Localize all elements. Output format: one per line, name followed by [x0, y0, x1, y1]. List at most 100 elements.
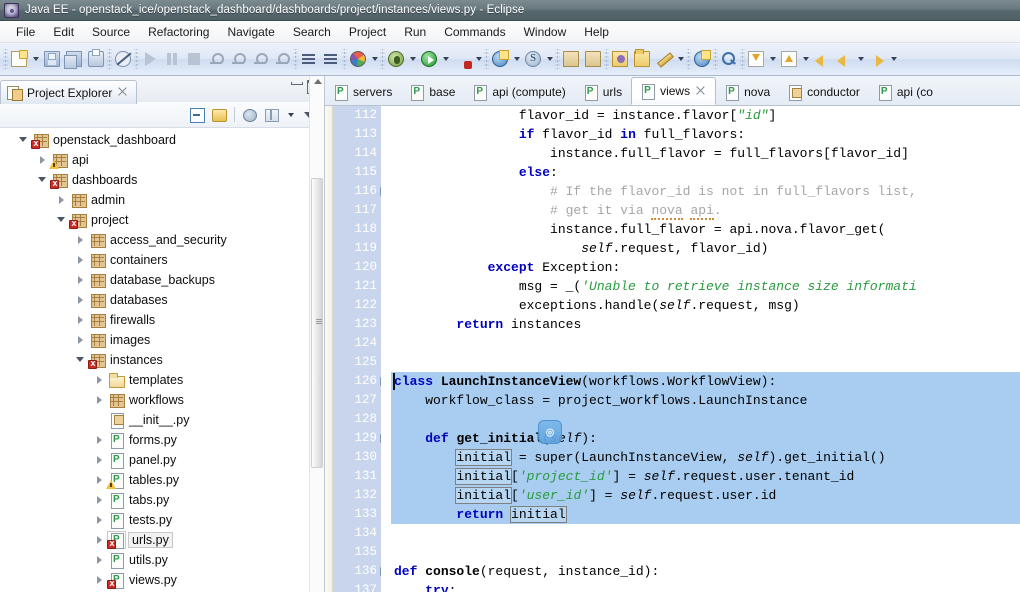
- code-line[interactable]: exceptions.handle(self.request, msg): [391, 296, 1020, 315]
- print-icon[interactable]: [85, 48, 107, 70]
- open-type-icon[interactable]: [609, 48, 631, 70]
- tree-item-firewalls[interactable]: firewalls: [0, 310, 324, 330]
- tree-item-urlspy[interactable]: urls.py: [0, 530, 324, 550]
- back-history-icon[interactable]: [833, 48, 855, 70]
- toolbar-dropdown-arrow[interactable]: [30, 48, 41, 70]
- code-line[interactable]: class LaunchInstanceView(workflows.Workf…: [391, 372, 1020, 391]
- toolbar-dropdown-arrow[interactable]: [473, 48, 484, 70]
- toolbar-dropdown-arrow[interactable]: [544, 48, 555, 70]
- tree-item-databases[interactable]: databases: [0, 290, 324, 310]
- menu-window[interactable]: Window: [515, 23, 576, 41]
- toolbar-dropdown-arrow[interactable]: [800, 48, 811, 70]
- annotation-ruler[interactable]: [325, 106, 333, 592]
- twisty-collapsed-icon[interactable]: [73, 332, 89, 348]
- twisty-expanded-icon[interactable]: [54, 212, 70, 228]
- menu-navigate[interactable]: Navigate: [218, 23, 283, 41]
- open-browser-icon[interactable]: [691, 48, 713, 70]
- terminate-icon[interactable]: [183, 48, 205, 70]
- code-line[interactable]: initial['project_id'] = self.request.use…: [391, 467, 1020, 486]
- code-line[interactable]: msg = _('Unable to retrieve instance siz…: [391, 277, 1020, 296]
- toolbar-dropdown-arrow[interactable]: [767, 48, 778, 70]
- twisty-collapsed-icon[interactable]: [92, 392, 108, 408]
- editor-tab-nova[interactable]: nova: [716, 79, 779, 105]
- code-line[interactable]: initial = super(LaunchInstanceView, self…: [391, 448, 1020, 467]
- explorer-scrollbar[interactable]: [309, 76, 324, 592]
- minimize-icon[interactable]: [289, 78, 303, 92]
- project-tree[interactable]: openstack_dashboardapi dashboards admin pro…: [0, 128, 324, 592]
- code-line[interactable]: [391, 353, 1020, 372]
- twisty-collapsed-icon[interactable]: [92, 552, 108, 568]
- package-presentation-icon[interactable]: [263, 106, 281, 124]
- skip-all-breakpoints-icon[interactable]: [112, 48, 134, 70]
- editor-tab-views[interactable]: views: [631, 77, 717, 105]
- menu-search[interactable]: Search: [284, 23, 340, 41]
- twisty-collapsed-icon[interactable]: [92, 572, 108, 588]
- twisty-collapsed-icon[interactable]: [92, 372, 108, 388]
- run-icon[interactable]: [418, 48, 440, 70]
- save-icon[interactable]: [41, 48, 63, 70]
- code-line[interactable]: self.request, flavor_id): [391, 239, 1020, 258]
- previous-edit-icon[interactable]: [745, 48, 767, 70]
- tree-item-__init__py[interactable]: __init__.py: [0, 410, 324, 430]
- code-line[interactable]: # get it via nova api.: [391, 201, 1020, 220]
- twisty-collapsed-icon[interactable]: [73, 292, 89, 308]
- tree-item-project[interactable]: project: [0, 210, 324, 230]
- code-line[interactable]: [391, 543, 1020, 562]
- tree-item-access_and_security[interactable]: access_and_security: [0, 230, 324, 250]
- step-into-icon[interactable]: [227, 48, 249, 70]
- menu-help[interactable]: Help: [575, 23, 618, 41]
- resume-icon[interactable]: [139, 48, 161, 70]
- twisty-collapsed-icon[interactable]: [92, 492, 108, 508]
- code-line[interactable]: instance.full_flavor = api.nova.flavor_g…: [391, 220, 1020, 239]
- back-icon[interactable]: [811, 48, 833, 70]
- search-icon[interactable]: [718, 48, 740, 70]
- editor-tab-servers[interactable]: servers: [325, 79, 401, 105]
- toolbar-dropdown-arrow[interactable]: [855, 48, 866, 70]
- suspend-icon[interactable]: [161, 48, 183, 70]
- open-resource-icon[interactable]: [631, 48, 653, 70]
- view-filter-icon[interactable]: [241, 106, 259, 124]
- tree-item-templates[interactable]: templates: [0, 370, 324, 390]
- tree-item-images[interactable]: images: [0, 330, 324, 350]
- tree-item-utilspy[interactable]: utils.py: [0, 550, 324, 570]
- code-line[interactable]: workflow_class = project_workflows.Launc…: [391, 391, 1020, 410]
- tree-item-admin[interactable]: admin: [0, 190, 324, 210]
- tree-item-workflows[interactable]: workflows: [0, 390, 324, 410]
- menu-source[interactable]: Source: [83, 23, 139, 41]
- forward-icon[interactable]: [866, 48, 888, 70]
- debug-icon[interactable]: [385, 48, 407, 70]
- code-line[interactable]: initial['user_id'] = self.request.user.i…: [391, 486, 1020, 505]
- twisty-collapsed-icon[interactable]: [92, 512, 108, 528]
- tree-item-viewspy[interactable]: views.py: [0, 570, 324, 590]
- toolbar-dropdown-arrow[interactable]: [675, 48, 686, 70]
- code-line[interactable]: def get_initial(self):: [391, 429, 1020, 448]
- twisty-collapsed-icon[interactable]: [92, 532, 108, 548]
- tree-item-api[interactable]: api: [0, 150, 324, 170]
- open-package-icon[interactable]: [560, 48, 582, 70]
- twisty-collapsed-icon[interactable]: [73, 252, 89, 268]
- editor-tab-api--compute-[interactable]: api (compute): [464, 79, 574, 105]
- open-perspective-icon[interactable]: [347, 48, 369, 70]
- menu-file[interactable]: File: [7, 23, 44, 41]
- twisty-expanded-icon[interactable]: [73, 352, 89, 368]
- code-line[interactable]: return initial: [391, 505, 1020, 524]
- code-editor[interactable]: 112 113 114 115 116 117 118 119 120 121 122 123 124 1…: [325, 106, 1020, 592]
- code-line[interactable]: instance.full_flavor = full_flavors[flav…: [391, 144, 1020, 163]
- close-icon[interactable]: [117, 87, 128, 98]
- tree-item-containers[interactable]: containers: [0, 250, 324, 270]
- run-as-server-icon[interactable]: [451, 48, 473, 70]
- tree-item-tabspy[interactable]: tabs.py: [0, 490, 324, 510]
- code-line[interactable]: def console(request, instance_id):: [391, 562, 1020, 581]
- tree-item-openstack_dashboard[interactable]: openstack_dashboard: [0, 130, 324, 150]
- save-all-icon[interactable]: [63, 48, 85, 70]
- code-line[interactable]: flavor_id = instance.flavor["id"]: [391, 106, 1020, 125]
- step-return-icon[interactable]: [271, 48, 293, 70]
- new-server-icon[interactable]: [522, 48, 544, 70]
- menu-refactoring[interactable]: Refactoring: [139, 23, 218, 41]
- next-annotation-icon[interactable]: [298, 48, 320, 70]
- new-web-project-icon[interactable]: [489, 48, 511, 70]
- code-line[interactable]: else:: [391, 163, 1020, 182]
- toolbar-dropdown-arrow[interactable]: [369, 48, 380, 70]
- new-wizard-icon[interactable]: [8, 48, 30, 70]
- tree-item-instances[interactable]: instances: [0, 350, 324, 370]
